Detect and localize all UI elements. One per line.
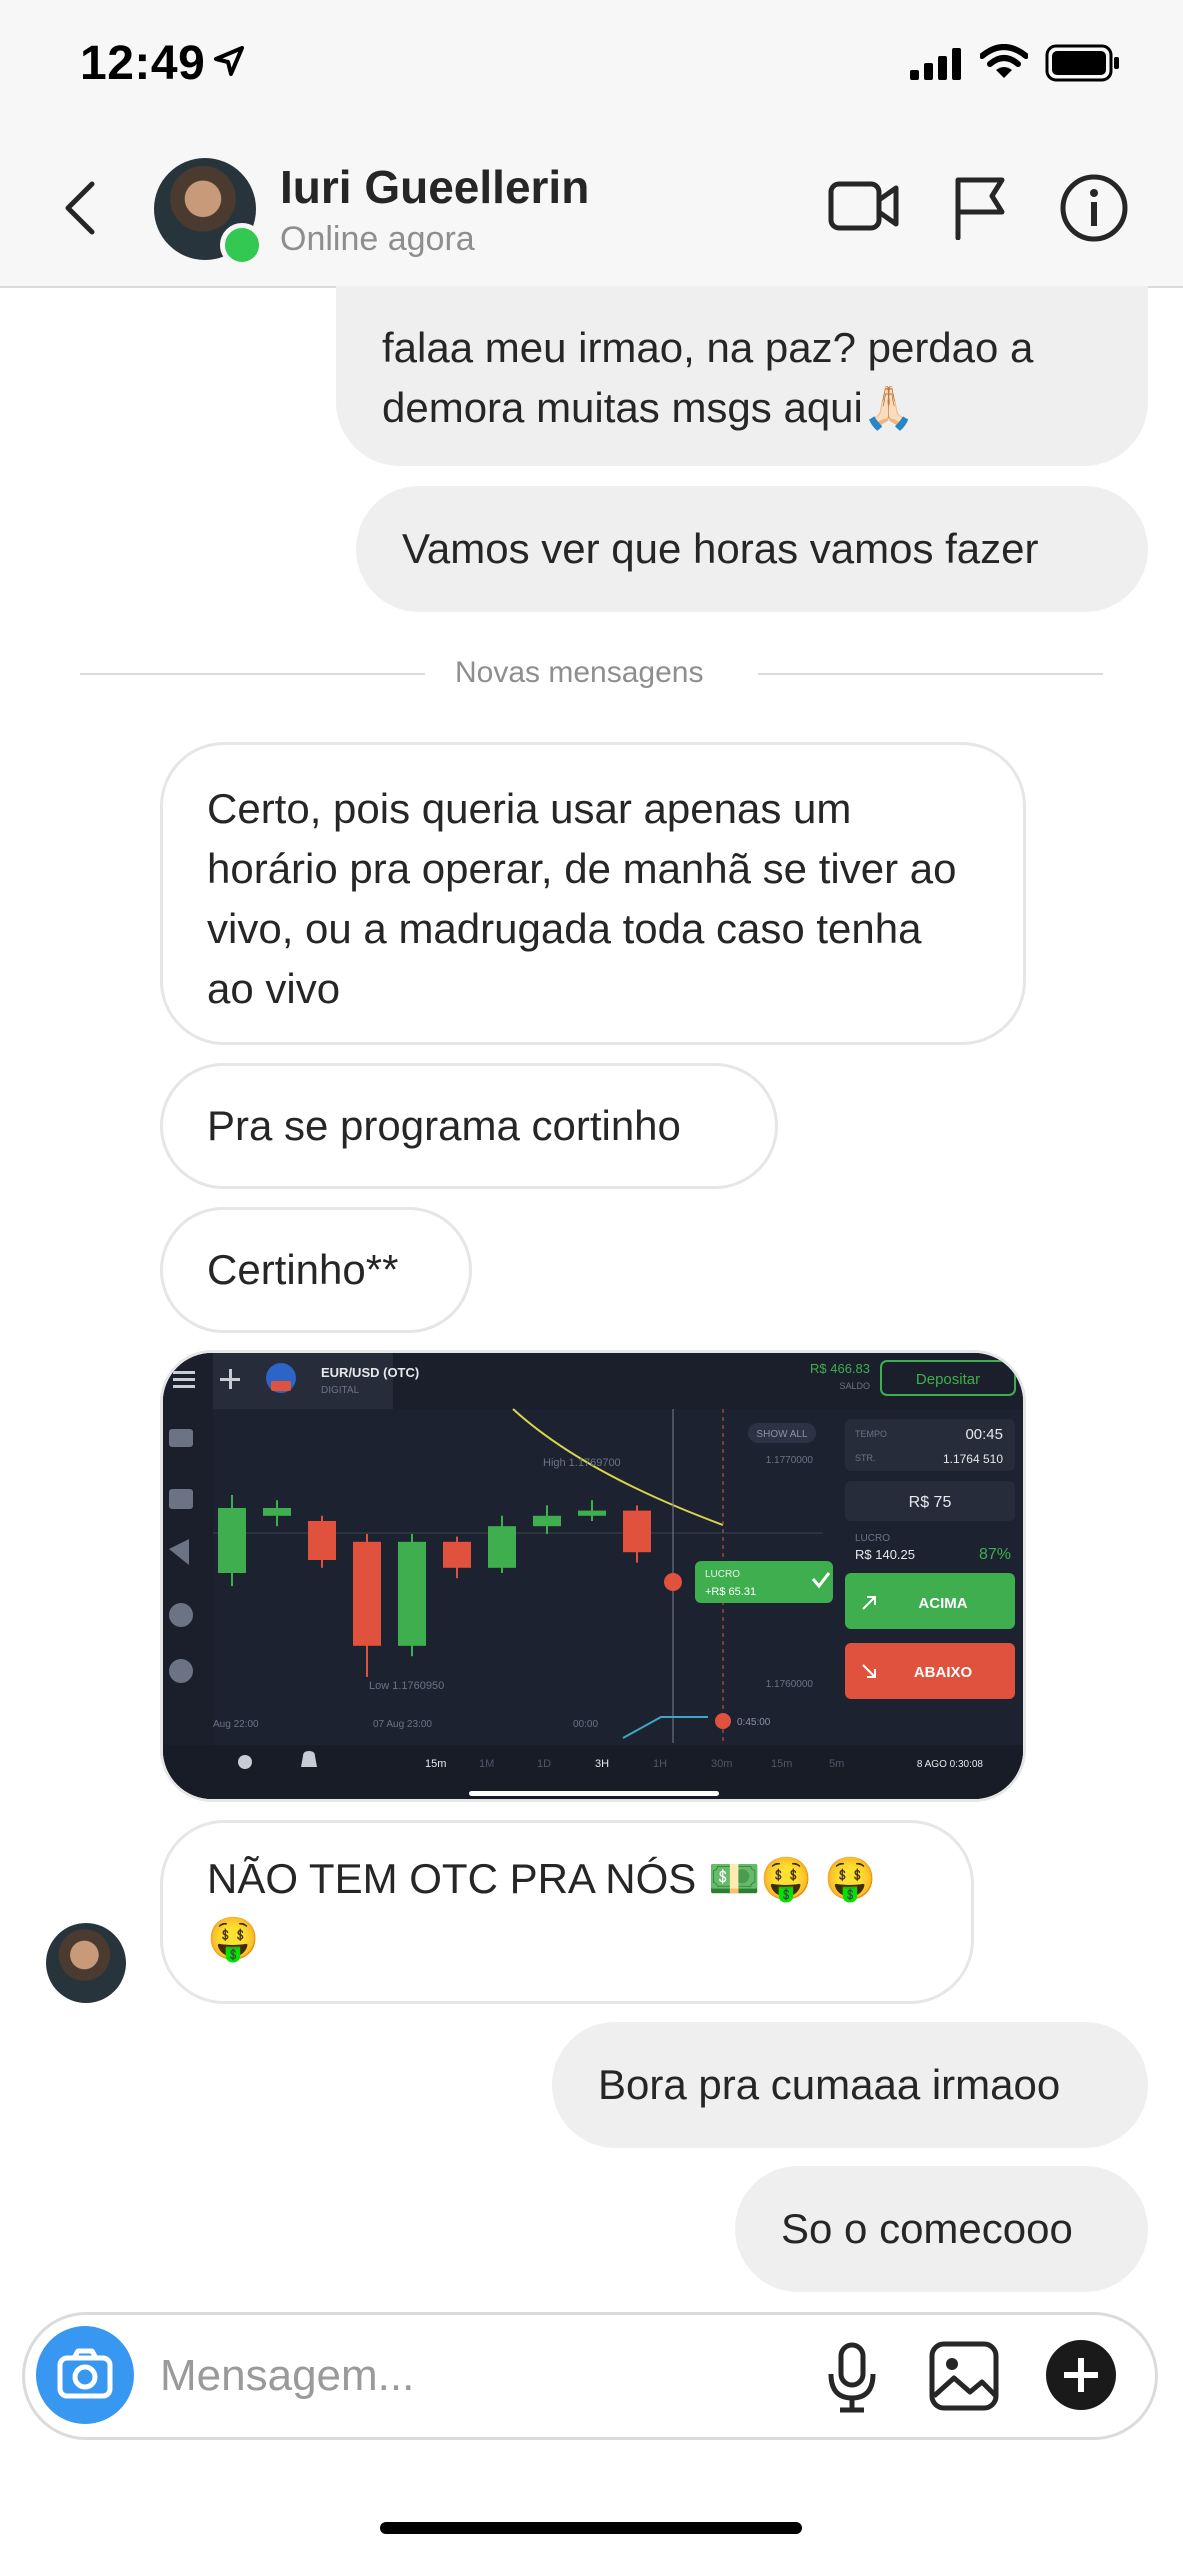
price-bottom: 1.1760000 xyxy=(766,1679,814,1690)
contact-status: Online agora xyxy=(280,220,475,258)
home-indicator xyxy=(380,2522,802,2534)
timeframe: 15m xyxy=(425,1758,446,1770)
message-bubble-outgoing[interactable]: Bora pra cumaaa irmaoo xyxy=(552,2022,1148,2148)
plus-icon xyxy=(1064,2358,1098,2392)
time-label: TEMPO xyxy=(855,1429,887,1439)
message-bubble-incoming[interactable]: Certinho** xyxy=(160,1207,472,1333)
divider-line xyxy=(80,673,425,675)
timeframe: 15m xyxy=(771,1758,792,1770)
message-bubble-outgoing[interactable]: Vamos ver que horas vamos fazer xyxy=(356,486,1148,612)
timeframe: 5m xyxy=(829,1758,844,1770)
x-label: 07 Aug 23:00 xyxy=(373,1719,432,1730)
datetime: 8 AGO 0:30:08 xyxy=(917,1759,984,1770)
low-label: Low 1.1760950 xyxy=(369,1680,444,1692)
candle-body xyxy=(443,1541,471,1568)
info-icon[interactable] xyxy=(1060,174,1128,242)
x-label: Aug 22:00 xyxy=(213,1719,259,1730)
gallery-icon[interactable] xyxy=(928,2340,1000,2412)
balance: R$ 466.83 xyxy=(810,1361,870,1376)
candle-body xyxy=(578,1510,606,1516)
battery-icon xyxy=(1045,44,1119,82)
message-bubble-incoming[interactable]: Certo, pois queria usar apenas um horári… xyxy=(160,742,1026,1045)
asset-type: DIGITAL xyxy=(321,1385,360,1396)
asset-name: EUR/USD (OTC) xyxy=(321,1365,419,1380)
x-label: 00:00 xyxy=(573,1719,598,1730)
message-bubble-incoming[interactable]: NÃO TEM OTC PRA NÓS 💵🤑 🤑 🤑 xyxy=(160,1820,974,2004)
candle-body xyxy=(533,1515,561,1527)
timeframe: 30m xyxy=(711,1758,732,1770)
divider-line xyxy=(758,673,1103,675)
timeframe: 1H xyxy=(653,1758,667,1770)
candle-body xyxy=(623,1510,651,1553)
timeframe: 1M xyxy=(479,1758,494,1770)
report-flag-icon[interactable] xyxy=(952,176,1008,240)
down-button: ABAIXO xyxy=(914,1664,973,1681)
candle-body xyxy=(263,1508,291,1516)
amount-value: R$ 75 xyxy=(909,1494,952,1511)
location-arrow-icon xyxy=(214,46,244,76)
wifi-icon xyxy=(980,44,1028,78)
price-top: 1.1770000 xyxy=(766,1455,814,1466)
badge-value: +R$ 65.31 xyxy=(705,1586,756,1598)
candle-body xyxy=(308,1521,336,1560)
profit-percent: 87% xyxy=(979,1546,1011,1563)
shared-image[interactable]: EUR/USD (OTC) DIGITAL R$ 466.83 SALDO De… xyxy=(160,1350,1026,1802)
camera-button[interactable] xyxy=(36,2326,134,2424)
up-button: ACIMA xyxy=(918,1595,967,1612)
sender-avatar[interactable] xyxy=(46,1923,126,2003)
add-button[interactable] xyxy=(1046,2340,1116,2410)
menu-icon xyxy=(173,1371,195,1388)
contact-name[interactable]: Iuri Gueellerin xyxy=(280,160,589,214)
timeframe: 3H xyxy=(595,1758,609,1770)
candle-body xyxy=(218,1508,246,1573)
strike-label: STR. xyxy=(855,1453,876,1463)
show-all-button: SHOW ALL xyxy=(756,1429,808,1440)
cellular-signal-icon xyxy=(910,48,961,80)
candle-body xyxy=(488,1526,516,1568)
trading-app-screenshot: EUR/USD (OTC) DIGITAL R$ 466.83 SALDO De… xyxy=(163,1353,1023,1799)
time-value: 00:45 xyxy=(965,1426,1003,1443)
timer: 0:45:00 xyxy=(737,1717,771,1728)
message-bubble-outgoing[interactable]: falaa meu irmao, na paz? perdao a demora… xyxy=(336,286,1148,466)
strike-value: 1.1764 510 xyxy=(943,1452,1003,1466)
message-bubble-incoming[interactable]: Pra se programa cortinho xyxy=(160,1063,778,1189)
new-messages-divider: Novas mensagens xyxy=(455,656,704,689)
message-input[interactable] xyxy=(158,2342,802,2410)
video-call-icon[interactable] xyxy=(828,178,900,234)
profit-value: R$ 140.25 xyxy=(855,1547,915,1562)
balance-label: SALDO xyxy=(839,1381,870,1391)
message-bubble-outgoing[interactable]: So o comecooo xyxy=(735,2166,1148,2292)
timeframe: 1D xyxy=(537,1758,551,1770)
deposit-button: Depositar xyxy=(916,1371,980,1388)
back-chevron-icon[interactable] xyxy=(60,178,100,238)
profit-label: LUCRO xyxy=(855,1533,890,1544)
status-time: 12:49 xyxy=(80,37,206,90)
high-label: High 1.1769700 xyxy=(543,1457,621,1469)
candle-body xyxy=(398,1541,426,1646)
candle-body xyxy=(353,1541,381,1646)
microphone-icon[interactable] xyxy=(826,2342,878,2414)
badge-label: LUCRO xyxy=(705,1569,740,1580)
camera-icon xyxy=(57,2348,113,2399)
online-indicator xyxy=(220,223,264,267)
